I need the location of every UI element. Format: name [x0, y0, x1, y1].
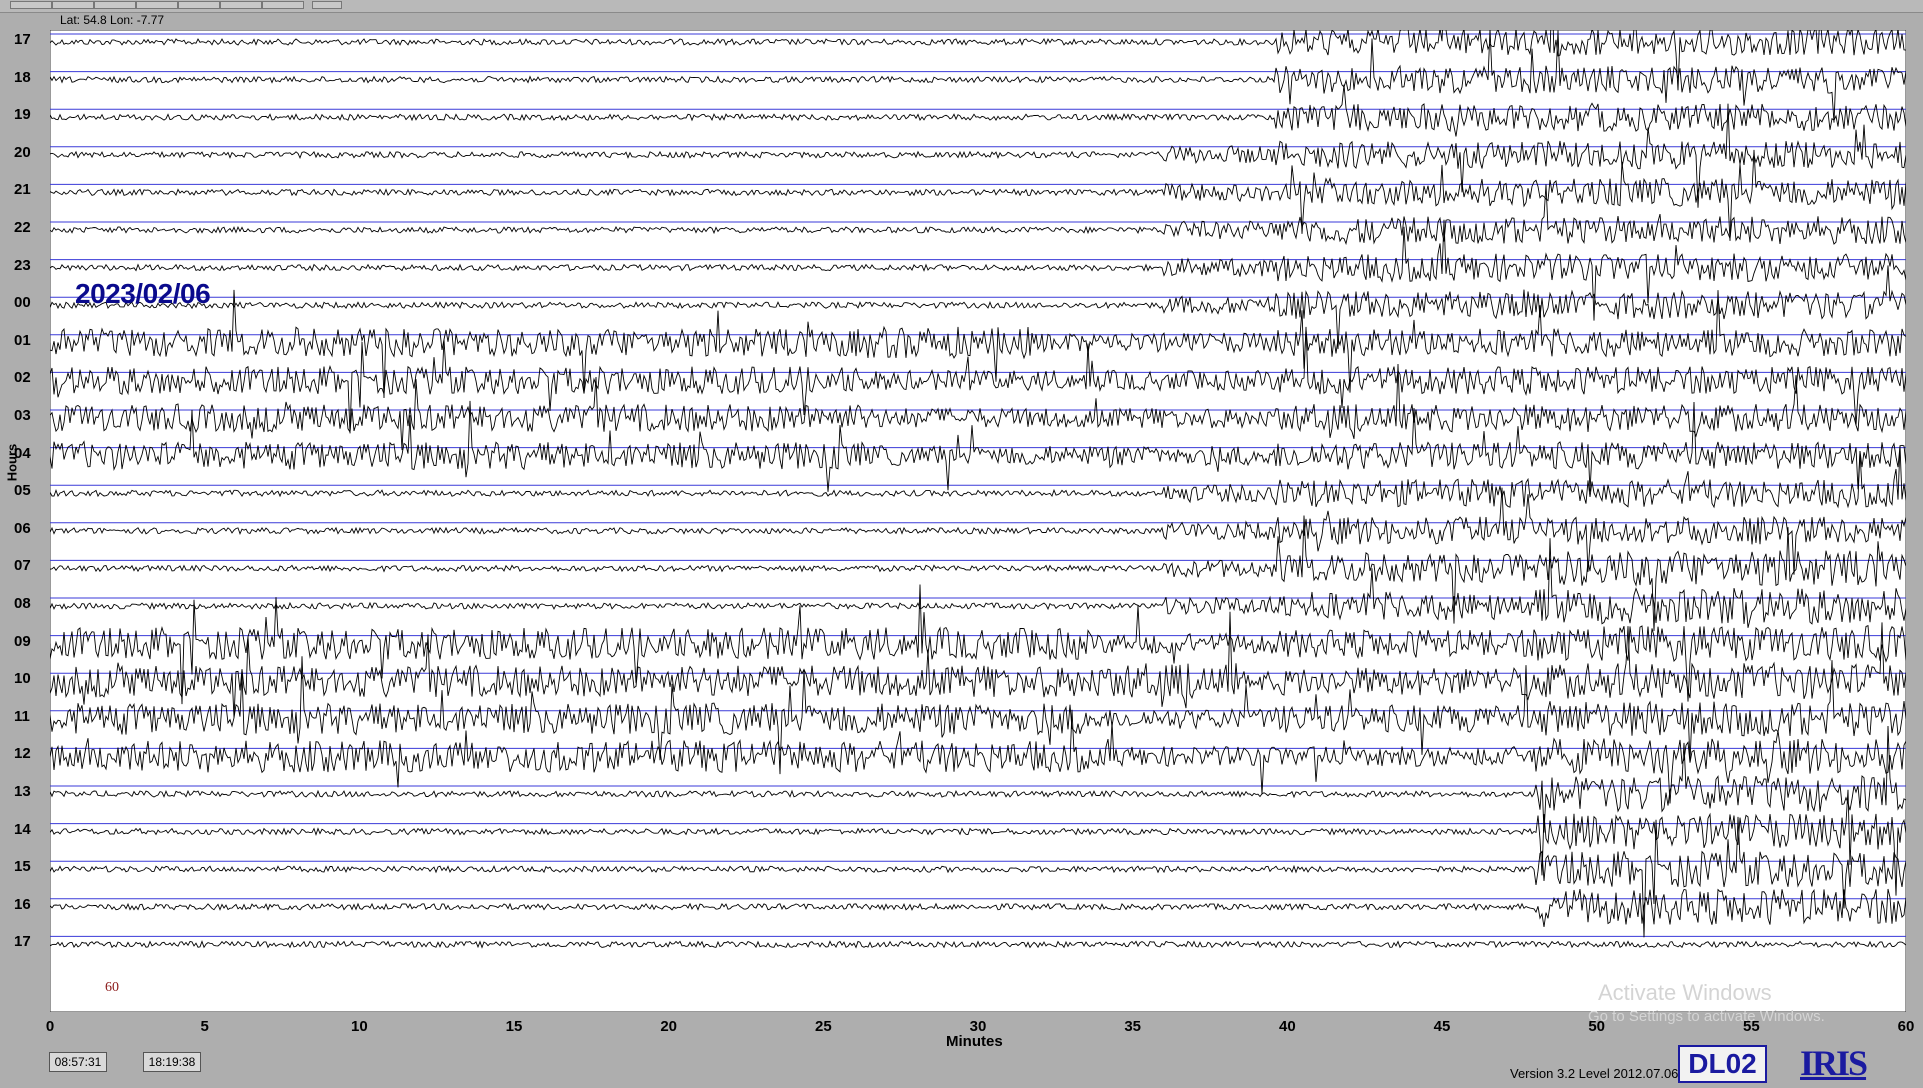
y-axis-label: Hours: [4, 443, 20, 482]
hour-label: 19: [14, 106, 31, 124]
coordinates-readout: Lat: 54.8 Lon: -7.77: [60, 13, 165, 27]
hour-label: 01: [14, 331, 31, 349]
hour-label: 11: [14, 707, 30, 725]
hour-label: 23: [14, 256, 31, 274]
minute-tick-label: 45: [1433, 1018, 1451, 1035]
minute-tick-label: 20: [660, 1018, 677, 1035]
version-text: Version 3.2 Level 2012.07.06: [1510, 1066, 1679, 1081]
toolbar-button[interactable]: [94, 1, 136, 9]
hour-label: 09: [14, 632, 31, 650]
hour-label: 17: [14, 31, 31, 48]
toolbar-button[interactable]: [178, 1, 220, 9]
hour-label: 15: [14, 858, 31, 876]
hour-label: 18: [14, 68, 31, 86]
minute-tick-label: 10: [350, 1018, 368, 1035]
hour-label: 03: [14, 407, 31, 424]
hour-label: 07: [14, 557, 31, 575]
toolbar-button[interactable]: [220, 1, 262, 9]
activate-windows-watermark: Activate Windows: [1598, 980, 1772, 1005]
helicorder-plot[interactable]: [50, 30, 1906, 1012]
minute-tick-label: 40: [1278, 1018, 1296, 1035]
hour-label: 21: [14, 181, 31, 199]
hour-label: 20: [14, 143, 31, 161]
top-toolbar: [0, 0, 1923, 13]
iris-logo: IRIS: [1800, 1043, 1868, 1083]
hour-label: 16: [14, 895, 31, 913]
minute-tick-label: 0: [45, 1018, 55, 1035]
hour-label: 08: [14, 595, 31, 612]
hour-label: 22: [14, 219, 31, 236]
hour-label: 00: [14, 294, 31, 312]
hour-label: 05: [14, 482, 31, 500]
minute-tick-label: 35: [1124, 1018, 1141, 1035]
hour-label: 14: [14, 820, 31, 838]
toolbar-button[interactable]: [262, 1, 304, 9]
x-axis-label: Minutes: [946, 1033, 1003, 1050]
hour-label: 06: [14, 519, 31, 537]
minute-tick-label: 60: [1897, 1018, 1915, 1035]
minute-tick-label: 25: [814, 1018, 832, 1035]
toolbar-button[interactable]: [10, 1, 52, 9]
toolbar-button[interactable]: [52, 1, 94, 9]
hour-label: 10: [14, 670, 31, 688]
hour-label: 12: [14, 745, 31, 763]
plot-background: [50, 30, 1906, 1012]
hour-label: 02: [14, 369, 31, 387]
minute-tick-label: 15: [505, 1018, 523, 1035]
activate-windows-hint: Go to Settings to activate Windows.: [1588, 1008, 1825, 1025]
current-time-box: 18:19:38: [143, 1052, 201, 1072]
toolbar-button[interactable]: [136, 1, 178, 9]
station-badge: DL02: [1678, 1045, 1767, 1083]
minute-tick-label: 5: [200, 1018, 209, 1035]
hour-label: 13: [14, 783, 31, 800]
scale-value: 60: [105, 980, 119, 995]
hour-label: 17: [14, 933, 31, 951]
start-time-box: 08:57:31: [49, 1052, 107, 1072]
toolbar-button[interactable]: [312, 1, 342, 9]
date-label: 2023/02/06: [75, 278, 211, 309]
